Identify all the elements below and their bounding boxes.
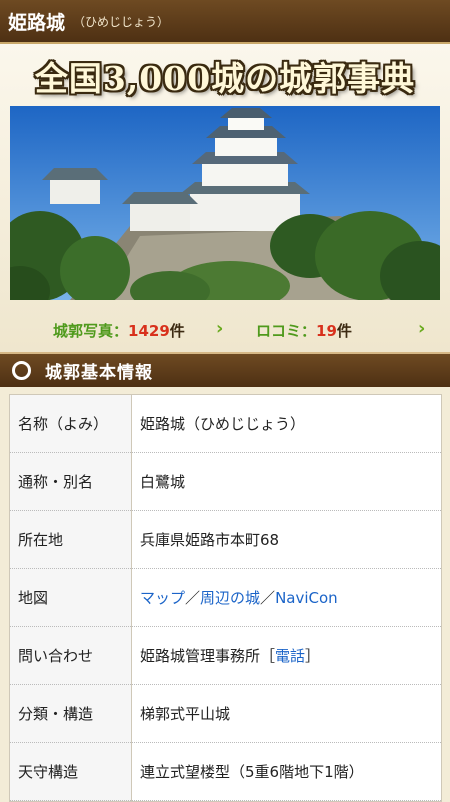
reviews-unit: 件 xyxy=(336,322,352,340)
row-key: 所在地 xyxy=(10,510,132,569)
phone-link[interactable]: 電話 xyxy=(275,647,305,665)
photos-count-link[interactable]: 城郭写真 ： 1429 件 xyxy=(53,320,185,341)
photos-label: 城郭写真 xyxy=(53,322,114,340)
row-key: 天守構造 xyxy=(10,742,132,801)
map-links: マップ／周辺の城／NaviCon xyxy=(131,568,441,627)
section-title: 城郭基本情報 xyxy=(45,363,153,383)
link-separator: ／ xyxy=(260,589,276,607)
table-row: 問い合わせ 姫路城管理事務所［電話］ xyxy=(10,626,441,685)
row-value: 連立式望楼型（5重6階地下1階） xyxy=(131,742,441,801)
table-row: 天守構造 連立式望楼型（5重6階地下1階） xyxy=(10,742,441,801)
castle-photo[interactable] xyxy=(10,106,440,300)
reviews-count-link[interactable]: ロコミ ： 19 件 xyxy=(256,320,352,341)
map-link[interactable]: マップ xyxy=(140,589,185,607)
castle-name: 姫路城 xyxy=(8,11,66,34)
table-row: 地図 マップ／周辺の城／NaviCon xyxy=(10,568,441,627)
castle-reading: （ひめじじょう） xyxy=(73,14,170,29)
table-row: 所在地 兵庫県姫路市本町68 xyxy=(10,510,441,569)
row-key: 名称（よみ） xyxy=(10,395,132,453)
row-value: 姫路城（ひめじじょう） xyxy=(131,395,441,453)
castle-photo-image xyxy=(10,106,440,300)
nearby-castles-link[interactable]: 周辺の城 xyxy=(200,589,260,607)
section-header-basic-info: 城郭基本情報 xyxy=(0,352,450,387)
row-value: 白鷺城 xyxy=(131,452,441,511)
info-table: 名称（よみ） 姫路城（ひめじじょう） 通称・別名 白鷺城 所在地 兵庫県姫路市本… xyxy=(9,394,442,802)
row-key: 問い合わせ xyxy=(10,626,132,685)
row-key: 通称・別名 xyxy=(10,452,132,511)
row-key: 地図 xyxy=(10,568,132,627)
reviews-sep: ： xyxy=(301,322,317,340)
contact-prefix: 姫路城管理事務所［ xyxy=(140,647,276,665)
title-bar: 姫路城 （ひめじじょう） xyxy=(0,0,450,44)
hero-section: 全国3,000城の城郭事典 城郭写真 ： 1429 件 › ロコミ ： 19 件… xyxy=(0,44,450,354)
row-value: 兵庫県姫路市本町68 xyxy=(131,510,441,569)
reviews-chevron-icon[interactable]: › xyxy=(418,318,425,339)
banner-title: 全国3,000城の城郭事典 xyxy=(34,59,416,98)
row-value: 梯郭式平山城 xyxy=(131,684,441,743)
photos-sep: ： xyxy=(113,322,129,340)
ring-icon xyxy=(12,361,31,380)
table-row: 名称（よみ） 姫路城（ひめじじょう） xyxy=(10,395,441,453)
navicon-link[interactable]: NaviCon xyxy=(275,589,338,607)
photos-chevron-icon[interactable]: › xyxy=(216,318,223,339)
contact-suffix: ］ xyxy=(305,647,321,665)
reviews-count: 19 xyxy=(316,322,337,340)
stats-bar: 城郭写真 ： 1429 件 › ロコミ ： 19 件 › xyxy=(0,306,450,352)
reviews-label: ロコミ xyxy=(256,322,302,340)
link-separator: ／ xyxy=(185,589,201,607)
table-row: 通称・別名 白鷺城 xyxy=(10,452,441,511)
table-row: 分類・構造 梯郭式平山城 xyxy=(10,684,441,743)
row-key: 分類・構造 xyxy=(10,684,132,743)
contact-value: 姫路城管理事務所［電話］ xyxy=(131,626,441,685)
photos-count: 1429 xyxy=(128,322,170,340)
photos-unit: 件 xyxy=(169,322,185,340)
